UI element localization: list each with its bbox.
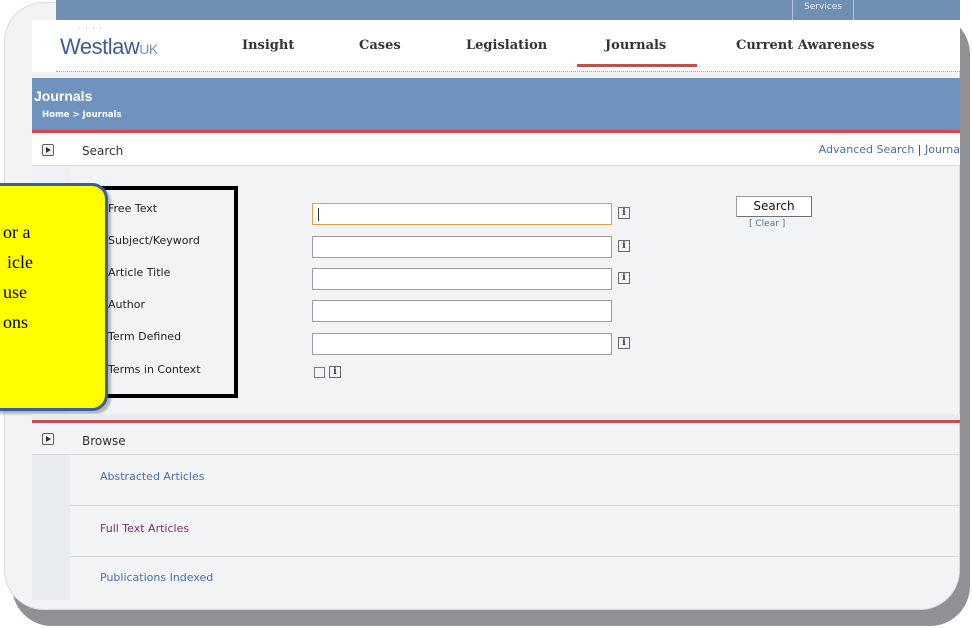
browse-section-header[interactable]: Browse [32, 423, 960, 455]
terms-in-context-checkbox[interactable] [314, 367, 325, 378]
breadcrumb[interactable]: Home > Journals [42, 110, 122, 120]
nav-tab-current-awareness[interactable]: Current Awareness [736, 38, 874, 53]
search-button[interactable]: Search [736, 196, 812, 217]
browse-row-divider [70, 556, 960, 557]
nav-tab-insight[interactable]: Insight [242, 38, 294, 53]
expand-toggle-icon[interactable] [42, 144, 54, 156]
field-labels-highlight-box [88, 186, 238, 398]
term-defined-input[interactable] [312, 333, 612, 355]
browse-toggle-icon[interactable] [42, 433, 54, 445]
browse-item-full-text-articles[interactable]: Full Text Articles [100, 522, 189, 535]
terms-in-context-info-icon[interactable]: i [329, 366, 341, 378]
free-text-info-icon[interactable]: i [618, 207, 630, 219]
active-tab-indicator [577, 64, 697, 67]
westlaw-logo[interactable]: WestlawUK [60, 34, 158, 60]
nav-tab-legislation[interactable]: Legislation [466, 38, 547, 53]
article-title-info-icon[interactable]: i [618, 272, 630, 284]
services-label: Services [804, 2, 842, 12]
author-input[interactable] [312, 300, 612, 322]
logo-text: Westlaw [60, 34, 140, 59]
banner-accent-line [32, 130, 960, 133]
browse-left-gutter [32, 455, 70, 600]
callout-line-3: use [3, 282, 27, 302]
free-text-input[interactable] [312, 203, 612, 225]
logo-suffix: UK [139, 41, 158, 57]
subject-keyword-info-icon[interactable]: i [618, 240, 630, 252]
browse-item-abstracted-articles[interactable]: Abstracted Articles [100, 470, 204, 483]
site-header: · · · · WestlawUK Insight Cases Legislat… [32, 20, 960, 72]
search-links: Advanced Search | Journa [819, 143, 960, 156]
section-separator [32, 414, 960, 419]
browse-item-publications-indexed[interactable]: Publications Indexed [100, 571, 213, 584]
page-banner: Journals Home > Journals [32, 78, 960, 130]
term-defined-info-icon[interactable]: i [618, 337, 630, 349]
clear-link[interactable]: [ Clear ] [749, 219, 785, 229]
header-divider [56, 71, 960, 72]
link-separator: | [917, 143, 925, 156]
nav-tab-journals[interactable]: Journals [605, 38, 666, 53]
tooltip-callout: or a icle use ons [0, 183, 108, 411]
browse-section-title: Browse [82, 434, 126, 448]
search-section-header[interactable]: Search Advanced Search | Journa [32, 134, 960, 166]
browse-row-divider [70, 505, 960, 506]
callout-line-4: ons [3, 312, 29, 332]
article-title-input[interactable] [312, 268, 612, 290]
page-title: Journals [34, 88, 93, 104]
subject-keyword-input[interactable] [312, 236, 612, 258]
callout-line-2: icle [7, 252, 33, 272]
logo-dots: · · · · [78, 24, 103, 33]
search-section-title: Search [82, 144, 124, 158]
top-strip: Services [56, 0, 960, 22]
journals-link[interactable]: Journa [925, 143, 960, 156]
callout-line-1: or a [3, 222, 31, 242]
advanced-search-link[interactable]: Advanced Search [819, 143, 915, 156]
nav-tab-cases[interactable]: Cases [359, 38, 401, 53]
services-link[interactable]: Services [792, 0, 854, 22]
text-caret [318, 208, 319, 221]
